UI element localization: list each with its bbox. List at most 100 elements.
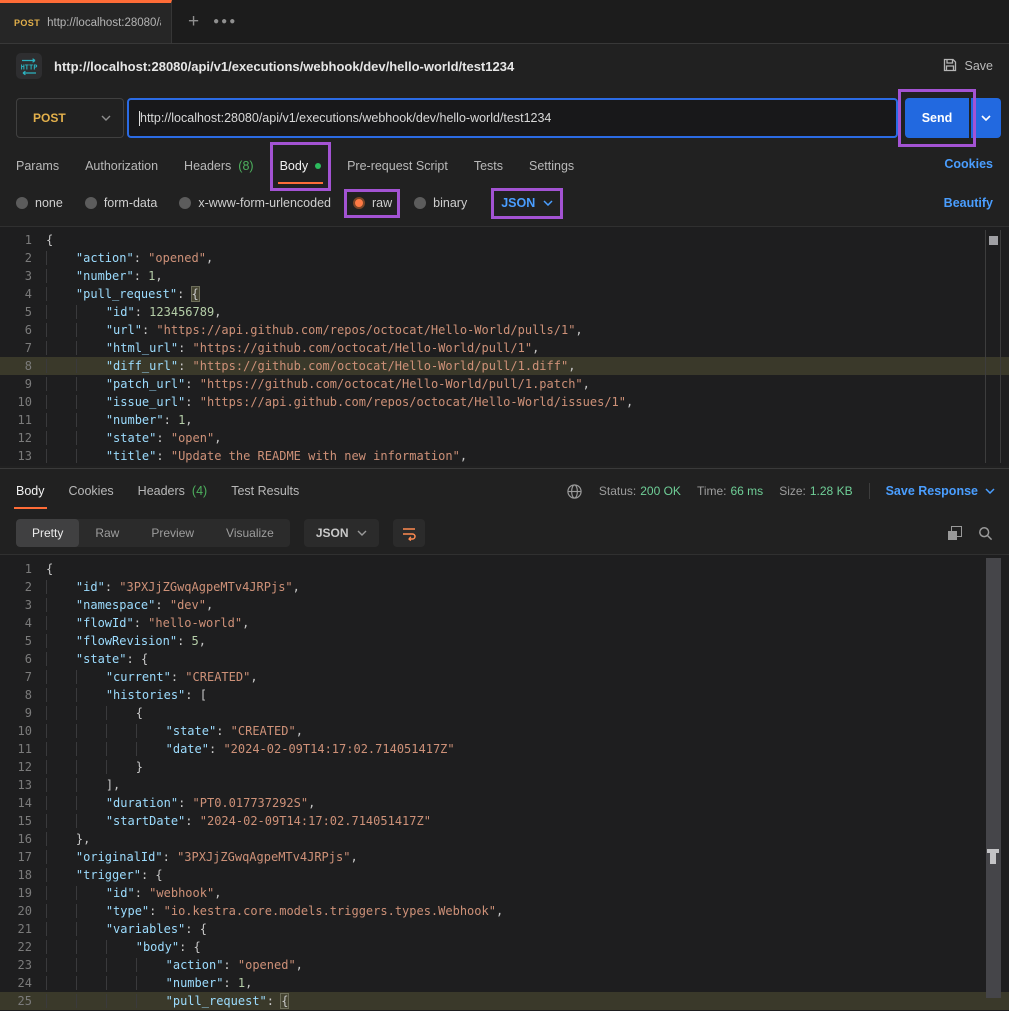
code-line-15: 15 "startDate": "2024-02-09T14:17:02.714… <box>0 812 1009 830</box>
line-content: } <box>46 758 1009 776</box>
request-tab-headers[interactable]: Headers(8) <box>184 148 254 184</box>
url-input[interactable]: http://localhost:28080/api/v1/executions… <box>127 98 898 138</box>
request-tab-body[interactable]: Body <box>280 148 322 184</box>
tab-label: Pre-request Script <box>347 159 448 173</box>
response-tabs: Body Cookies Headers(4) Test Results <box>16 469 299 512</box>
response-tab-test-results[interactable]: Test Results <box>231 469 299 512</box>
save-response-button[interactable]: Save Response <box>886 484 995 498</box>
line-number: 5 <box>0 303 46 321</box>
body-mode-form-data[interactable]: form-data <box>85 196 158 210</box>
tab-label: Body <box>16 484 45 498</box>
radio-icon[interactable] <box>85 197 97 209</box>
line-number: 9 <box>0 704 46 722</box>
line-number: 10 <box>0 722 46 740</box>
body-language-select[interactable]: JSON <box>501 196 553 210</box>
send-button[interactable]: Send <box>905 98 969 138</box>
response-language-select[interactable]: JSON <box>304 519 379 547</box>
indent-guide <box>76 886 106 900</box>
divider <box>869 483 870 499</box>
request-tab-authorization[interactable]: Authorization <box>85 148 158 184</box>
token: : <box>155 598 169 612</box>
token: "https://github.com/octocat/Hello-World/… <box>193 341 533 355</box>
code-line-9: 9 "patch_url": "https://github.com/octoc… <box>0 375 1009 393</box>
save-button[interactable]: Save <box>942 57 994 76</box>
token: : <box>185 377 199 391</box>
response-view-raw[interactable]: Raw <box>79 519 135 547</box>
line-content: "number": 1, <box>46 267 1009 285</box>
response-tab-headers[interactable]: Headers(4) <box>138 469 208 512</box>
scrollbar-thumb[interactable] <box>986 558 1001 998</box>
method-select[interactable]: POST <box>16 98 124 138</box>
indent-guide <box>46 724 76 738</box>
beautify-link[interactable]: Beautify <box>944 196 993 210</box>
response-view-pretty[interactable]: Pretty <box>16 519 79 547</box>
code-line-8: 8 "diff_url": "https://github.com/octoca… <box>0 357 1009 375</box>
token: , <box>199 634 206 648</box>
token: : <box>185 688 199 702</box>
status-badge: Status:200 OK <box>599 484 681 498</box>
indent-guide <box>76 377 106 391</box>
radio-icon[interactable] <box>179 197 191 209</box>
line-content: "id": "webhook", <box>46 884 1009 902</box>
radio-icon[interactable] <box>414 197 426 209</box>
line-content: "id": 123456789, <box>46 303 1009 321</box>
response-tab-cookies[interactable]: Cookies <box>69 469 114 512</box>
response-view-switcher: PrettyRawPreviewVisualize <box>16 519 290 547</box>
code-line-4: 4 "pull_request": { <box>0 285 1009 303</box>
indent-guide <box>46 832 76 846</box>
token: } <box>136 760 143 774</box>
response-view-visualize[interactable]: Visualize <box>210 519 290 547</box>
save-response-label: Save Response <box>886 484 978 498</box>
send-options-button[interactable] <box>971 98 1001 138</box>
response-editor-scrollbar[interactable] <box>985 555 1002 1011</box>
token: "issue_url" <box>106 395 185 409</box>
request-body-editor[interactable]: 1{2 "action": "opened",3 "number": 1,4 "… <box>0 226 1009 466</box>
indent-guide <box>46 598 76 612</box>
body-mode-binary[interactable]: binary <box>414 196 467 210</box>
body-mode-none[interactable]: none <box>16 196 63 210</box>
copy-response-icon[interactable] <box>948 526 962 540</box>
token: { <box>200 922 207 936</box>
tab-label: Cookies <box>69 484 114 498</box>
line-number: 10 <box>0 393 46 411</box>
cookies-link[interactable]: Cookies <box>944 157 993 171</box>
request-window-tab[interactable]: POST http://localhost:28080/a <box>0 0 172 43</box>
response-tab-body[interactable]: Body <box>16 469 45 512</box>
window-tab-bar: POST http://localhost:28080/a + ●●● <box>0 0 1009 44</box>
line-content: "url": "https://api.github.com/repos/oct… <box>46 321 1009 339</box>
body-mode-label: binary <box>433 196 467 210</box>
line-number: 1 <box>0 231 46 249</box>
body-mode-x-www-form-urlencoded[interactable]: x-www-form-urlencoded <box>179 196 331 210</box>
scrollbar-thumb[interactable] <box>989 236 998 245</box>
search-response-icon[interactable] <box>978 526 993 541</box>
line-content: "pull_request": { <box>46 285 1009 303</box>
response-body-editor[interactable]: 1{2 "id": "3PXJjZGwqAgpeMTv4JRPjs",3 "na… <box>0 554 1009 1011</box>
indent-guide <box>76 431 106 445</box>
token: ], <box>106 778 120 792</box>
radio-icon[interactable] <box>353 197 365 209</box>
indent-guide <box>106 958 136 972</box>
token: "number" <box>106 413 164 427</box>
indent-guide <box>76 922 106 936</box>
token: "3PXJjZGwqAgpeMTv4JRPjs" <box>177 850 350 864</box>
code-line-21: 21 "variables": { <box>0 920 1009 938</box>
response-language-value: JSON <box>316 526 349 540</box>
body-mode-raw[interactable]: raw <box>353 196 392 210</box>
wrap-lines-button[interactable] <box>393 519 425 547</box>
indent-guide <box>76 359 106 373</box>
response-view-preview[interactable]: Preview <box>135 519 210 547</box>
tab-options-button[interactable]: ●●● <box>213 16 237 27</box>
request-tab-settings[interactable]: Settings <box>529 148 574 184</box>
new-tab-button[interactable]: + <box>188 11 199 33</box>
indent-guide <box>76 724 106 738</box>
request-tab-params[interactable]: Params <box>16 148 59 184</box>
request-tab-pre-request-script[interactable]: Pre-request Script <box>347 148 448 184</box>
line-number: 11 <box>0 740 46 758</box>
request-tab-tests[interactable]: Tests <box>474 148 503 184</box>
code-line-12: 12 "state": "open", <box>0 429 1009 447</box>
indent-guide <box>76 323 106 337</box>
radio-icon[interactable] <box>16 197 28 209</box>
request-editor-scrollbar[interactable] <box>985 230 1001 463</box>
token: "dev" <box>170 598 206 612</box>
token: "opened" <box>148 251 206 265</box>
